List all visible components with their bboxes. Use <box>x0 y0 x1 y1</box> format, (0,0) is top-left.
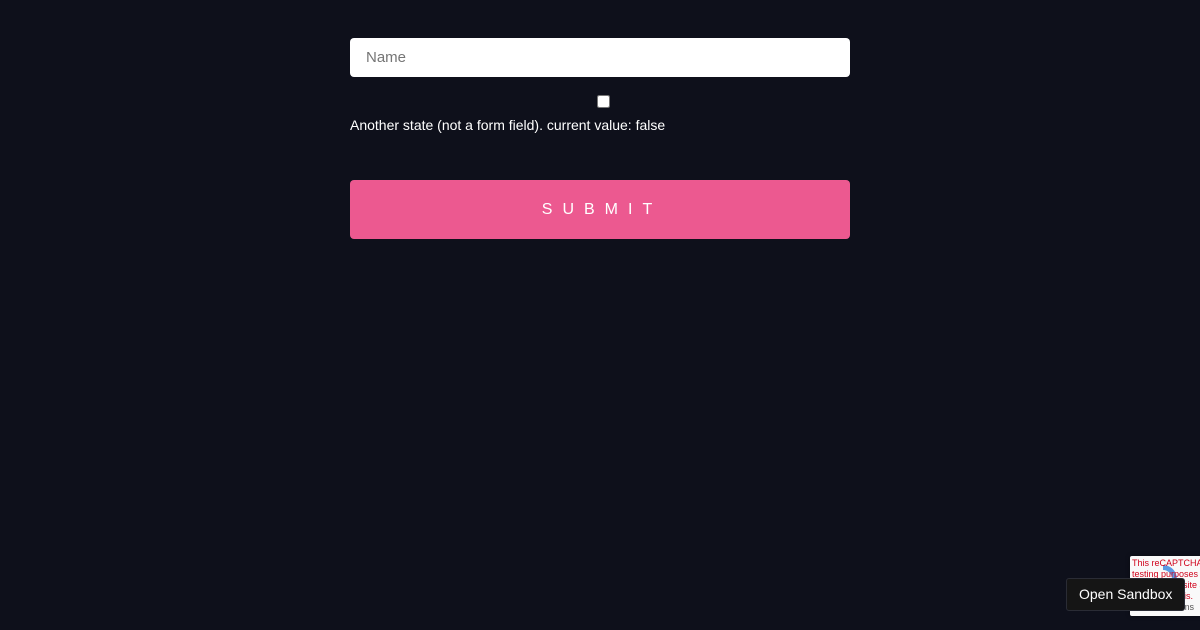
open-sandbox-button[interactable]: Open Sandbox <box>1066 578 1186 611</box>
checkbox-row <box>350 86 850 116</box>
state-text: Another state (not a form field). curren… <box>350 117 666 133</box>
name-input[interactable] <box>350 38 850 77</box>
submit-button[interactable]: submit <box>350 180 850 239</box>
page: Another state (not a form field). curren… <box>0 0 1200 630</box>
demo-form: Another state (not a form field). curren… <box>350 38 850 239</box>
state-checkbox[interactable] <box>597 94 610 108</box>
